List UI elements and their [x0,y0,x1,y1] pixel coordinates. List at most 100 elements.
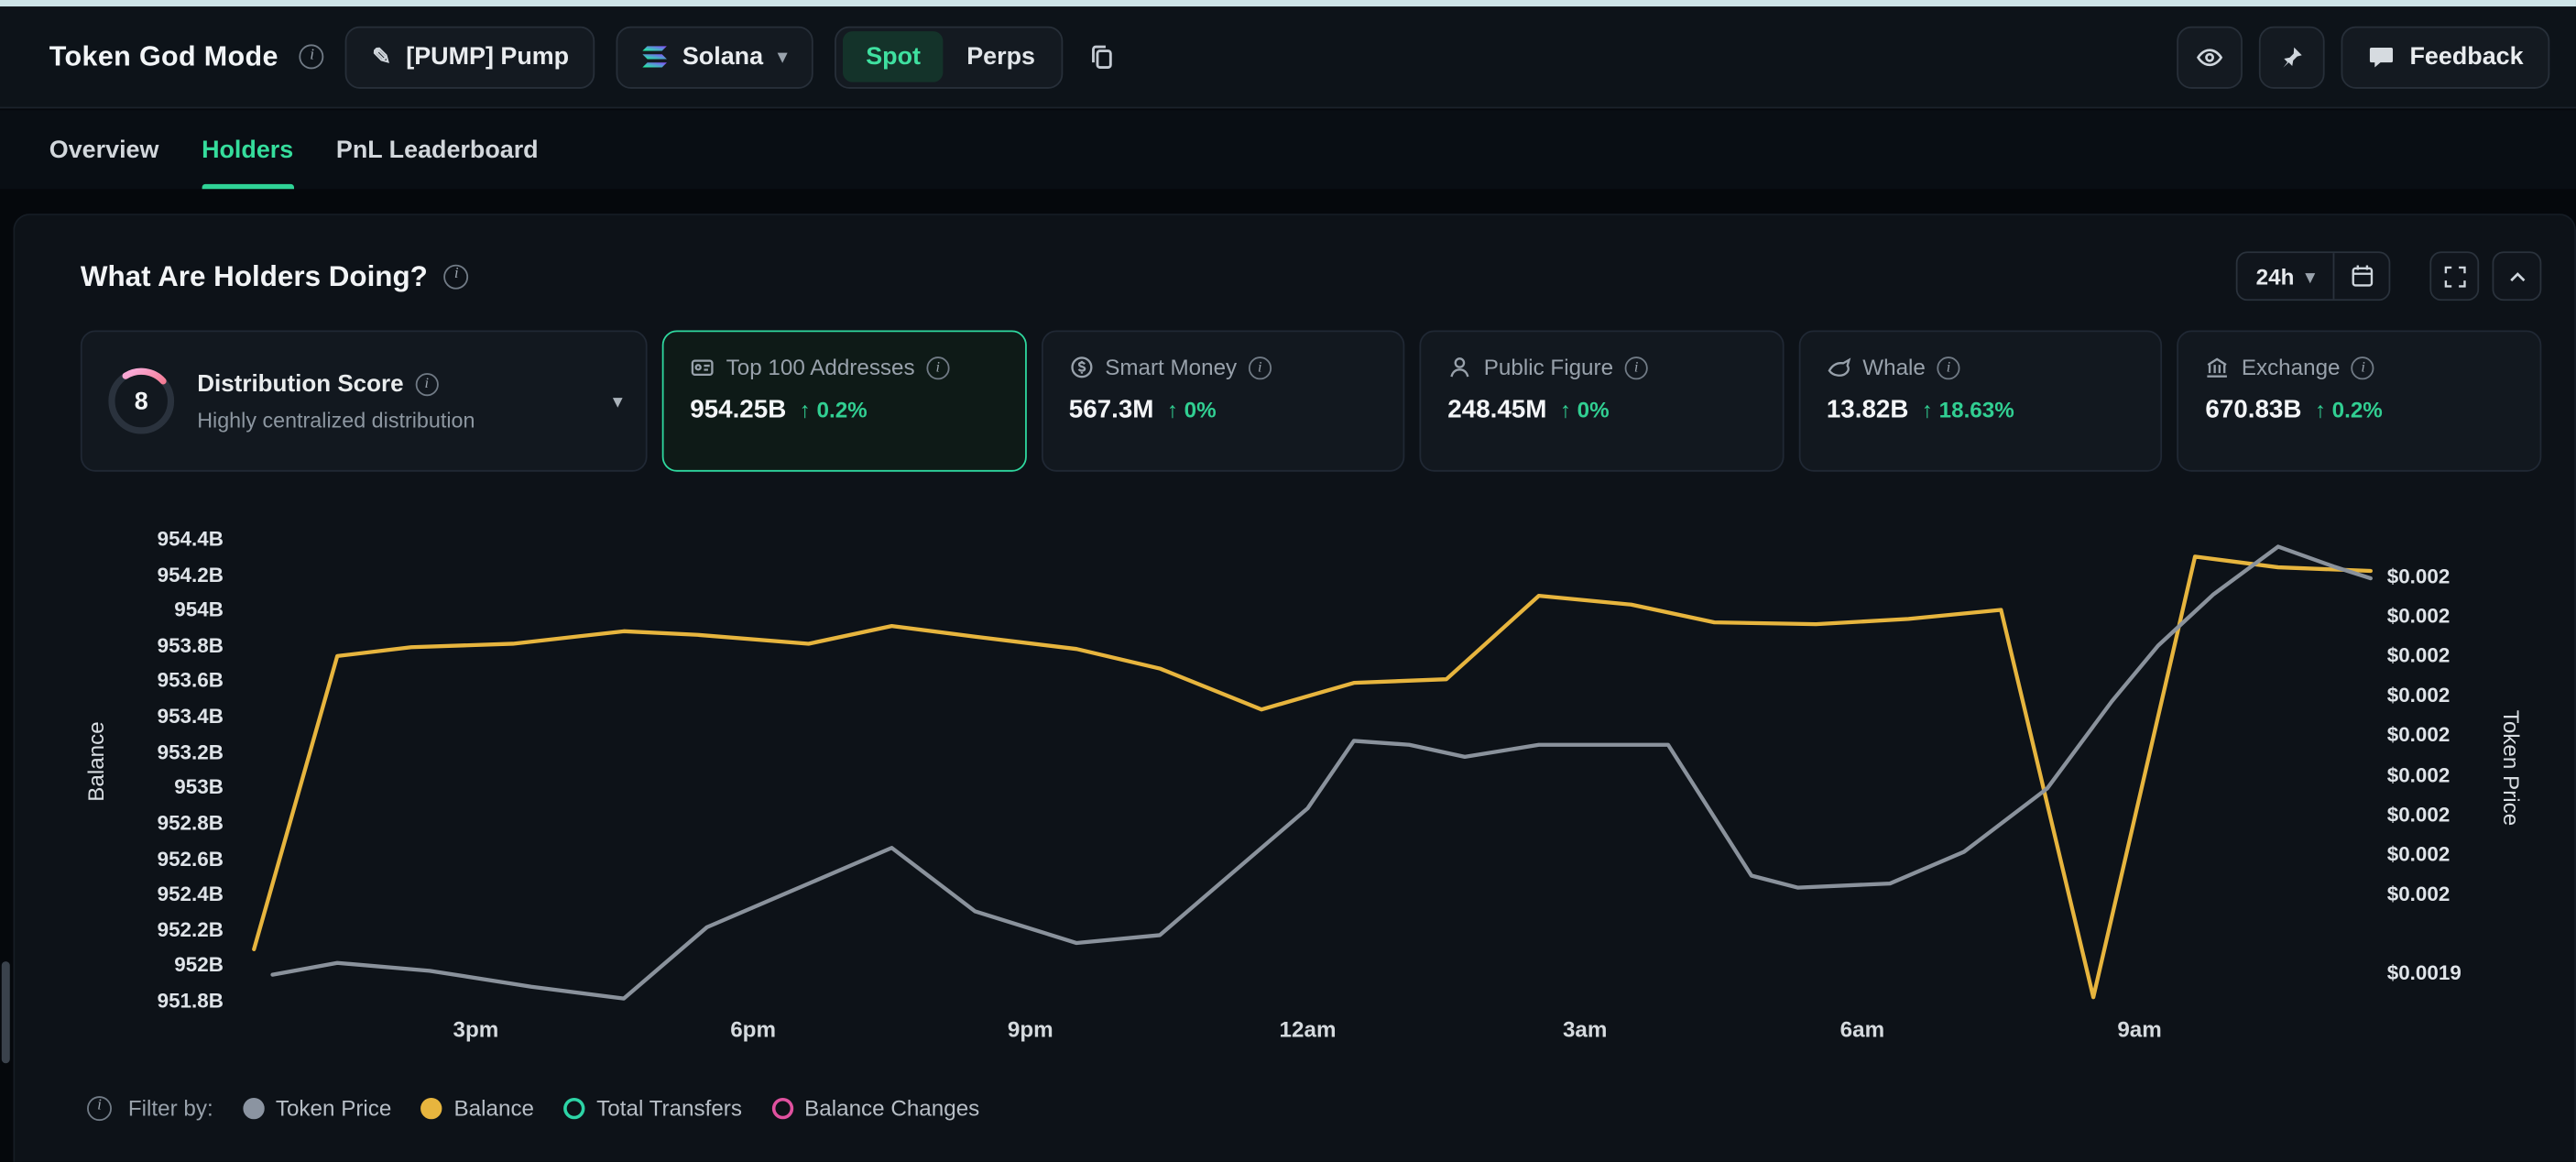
pin-button[interactable] [2259,26,2325,88]
time-axis-tick: 3pm [427,1017,526,1042]
price-axis-tick: $0.002 [2387,685,2450,707]
distribution-subtitle: Highly centralized distribution [197,407,593,432]
stat-card-value: 13.82B [1827,396,1909,425]
info-icon[interactable]: i [1937,356,1959,378]
stat-card-public-figure[interactable]: Public Figure i 248.45M ↑ 0% [1420,330,1784,471]
stat-card-value: 670.83B [2205,396,2301,425]
tab-holders[interactable]: Holders [202,110,293,189]
holders-panel: What Are Holders Doing? i 24h ▾ [13,214,2576,1162]
token-price-dot-icon [243,1097,264,1118]
chat-icon [2367,43,2395,71]
info-icon[interactable]: i [87,1095,112,1120]
info-icon[interactable]: i [1249,356,1272,378]
chain-select[interactable]: Solana ▾ [617,26,813,88]
stat-card-top-100-addresses[interactable]: Top 100 Addresses i 954.25B ↑ 0.2% [662,330,1026,471]
page-tabs: Overview Holders PnL Leaderboard [0,110,2576,189]
chart-plot[interactable] [15,505,2576,1072]
filter-row: i Filter by: Token Price Balance Total T… [87,1085,2541,1131]
series-balance [254,556,2371,997]
price-axis-tick: $0.002 [2387,565,2450,588]
balance-axis-tick: 953.2B [92,740,223,763]
stat-card-title: Public Figure [1484,355,1613,379]
fullscreen-button[interactable] [2429,251,2479,301]
market-toggle: Spot Perps [835,26,1063,88]
legend-label: Total Transfers [596,1095,742,1120]
stat-card-change: ↑ 0% [1560,398,1610,422]
timeframe-group: 24h ▾ [2236,251,2390,301]
balance-axis-tick: 954.2B [92,563,223,586]
time-axis-tick: 9pm [981,1017,1080,1042]
balance-axis-tick: 953.8B [92,634,223,657]
panel-title: What Are Holders Doing? [81,258,428,293]
whale-icon [1827,355,1851,379]
balance-axis-tick: 951.8B [92,990,223,1013]
tab-overview[interactable]: Overview [49,110,159,189]
legend-balance-changes[interactable]: Balance Changes [771,1095,979,1120]
price-axis-tick: $0.002 [2387,605,2450,628]
app-root: Token God Mode i ✎ [PUMP] Pump Solana ▾ [0,0,2576,1162]
panel-header: What Are Holders Doing? i 24h ▾ [81,251,2541,301]
legend-label: Balance Changes [804,1095,979,1120]
page-scrollbar-thumb[interactable] [2,961,10,1063]
right-axis-title: Token Price [2499,710,2524,827]
timeframe-label: 24h [2256,264,2295,289]
stats-row: 8 Distribution Score i Highly centralize… [81,330,2541,471]
stat-card-change: ↑ 0.2% [800,398,868,422]
distribution-score-value: 8 [135,388,148,415]
price-axis-tick: $0.002 [2387,803,2450,826]
stat-card-change: ↑ 0% [1167,398,1217,422]
chevron-down-icon: ▾ [778,46,787,67]
info-icon[interactable]: i [2352,356,2374,378]
balance-axis-tick: 954B [92,598,223,621]
balance-changes-dot-icon [771,1097,792,1118]
distribution-gauge: 8 [105,365,178,437]
info-icon[interactable]: i [1625,356,1648,378]
time-axis-tick: 12am [1259,1017,1358,1042]
balance-axis-tick: 952.2B [92,918,223,941]
legend-balance[interactable]: Balance [421,1095,534,1120]
balance-axis-tick: 952B [92,954,223,977]
spot-tab[interactable]: Spot [843,31,944,82]
holders-chart[interactable]: Balance Token Price 954.4B954.2B954B953.… [15,505,2576,1072]
token-select-button[interactable]: ✎ [PUMP] Pump [345,26,595,88]
balance-dot-icon [421,1097,442,1118]
timeframe-select[interactable]: 24h ▾ [2238,253,2333,299]
info-icon[interactable]: i [300,44,324,69]
stat-card-title: Exchange [2242,355,2341,379]
collapse-button[interactable] [2493,251,2542,301]
balance-axis-tick: 953.4B [92,705,223,728]
watch-eye-button[interactable] [2177,26,2243,88]
feedback-button[interactable]: Feedback [2341,26,2549,88]
time-axis-tick: 3am [1535,1017,1634,1042]
info-icon[interactable]: i [444,264,469,289]
chevron-up-icon [2505,264,2529,289]
info-icon[interactable]: i [415,372,438,395]
fullscreen-icon [2442,264,2467,289]
chevron-down-icon[interactable]: ▾ [613,389,623,412]
tab-pnl-leaderboard[interactable]: PnL Leaderboard [336,110,539,189]
exchange-icon [2205,355,2230,379]
distribution-score-card[interactable]: 8 Distribution Score i Highly centralize… [81,330,648,471]
stat-card-whale[interactable]: Whale i 13.82B ↑ 18.63% [1798,330,2162,471]
price-axis-tick: $0.0019 [2387,961,2461,984]
stat-card-exchange[interactable]: Exchange i 670.83B ↑ 0.2% [2178,330,2541,471]
stat-card-smart-money[interactable]: Smart Money i 567.3M ↑ 0% [1041,330,1404,471]
price-axis-tick: $0.002 [2387,763,2450,786]
distribution-text: Distribution Score i Highly centralized … [197,370,593,431]
top-accent-strip [0,0,2576,6]
chevron-down-icon: ▾ [2306,266,2315,287]
solana-icon [643,46,668,67]
legend-token-price[interactable]: Token Price [243,1095,391,1120]
copy-icon[interactable] [1085,39,1119,74]
legend-total-transfers[interactable]: Total Transfers [563,1095,742,1120]
stat-card-title: Top 100 Addresses [726,355,915,379]
calendar-button[interactable] [2333,253,2389,299]
page-title: Token God Mode [49,40,278,73]
legend-label: Token Price [276,1095,392,1120]
perps-tab[interactable]: Perps [947,31,1055,82]
token-button-label: [PUMP] Pump [406,43,569,71]
info-icon[interactable]: i [926,356,949,378]
balance-axis-tick: 952.4B [92,882,223,905]
public-figure-icon [1447,355,1472,379]
price-axis-tick: $0.002 [2387,843,2450,866]
